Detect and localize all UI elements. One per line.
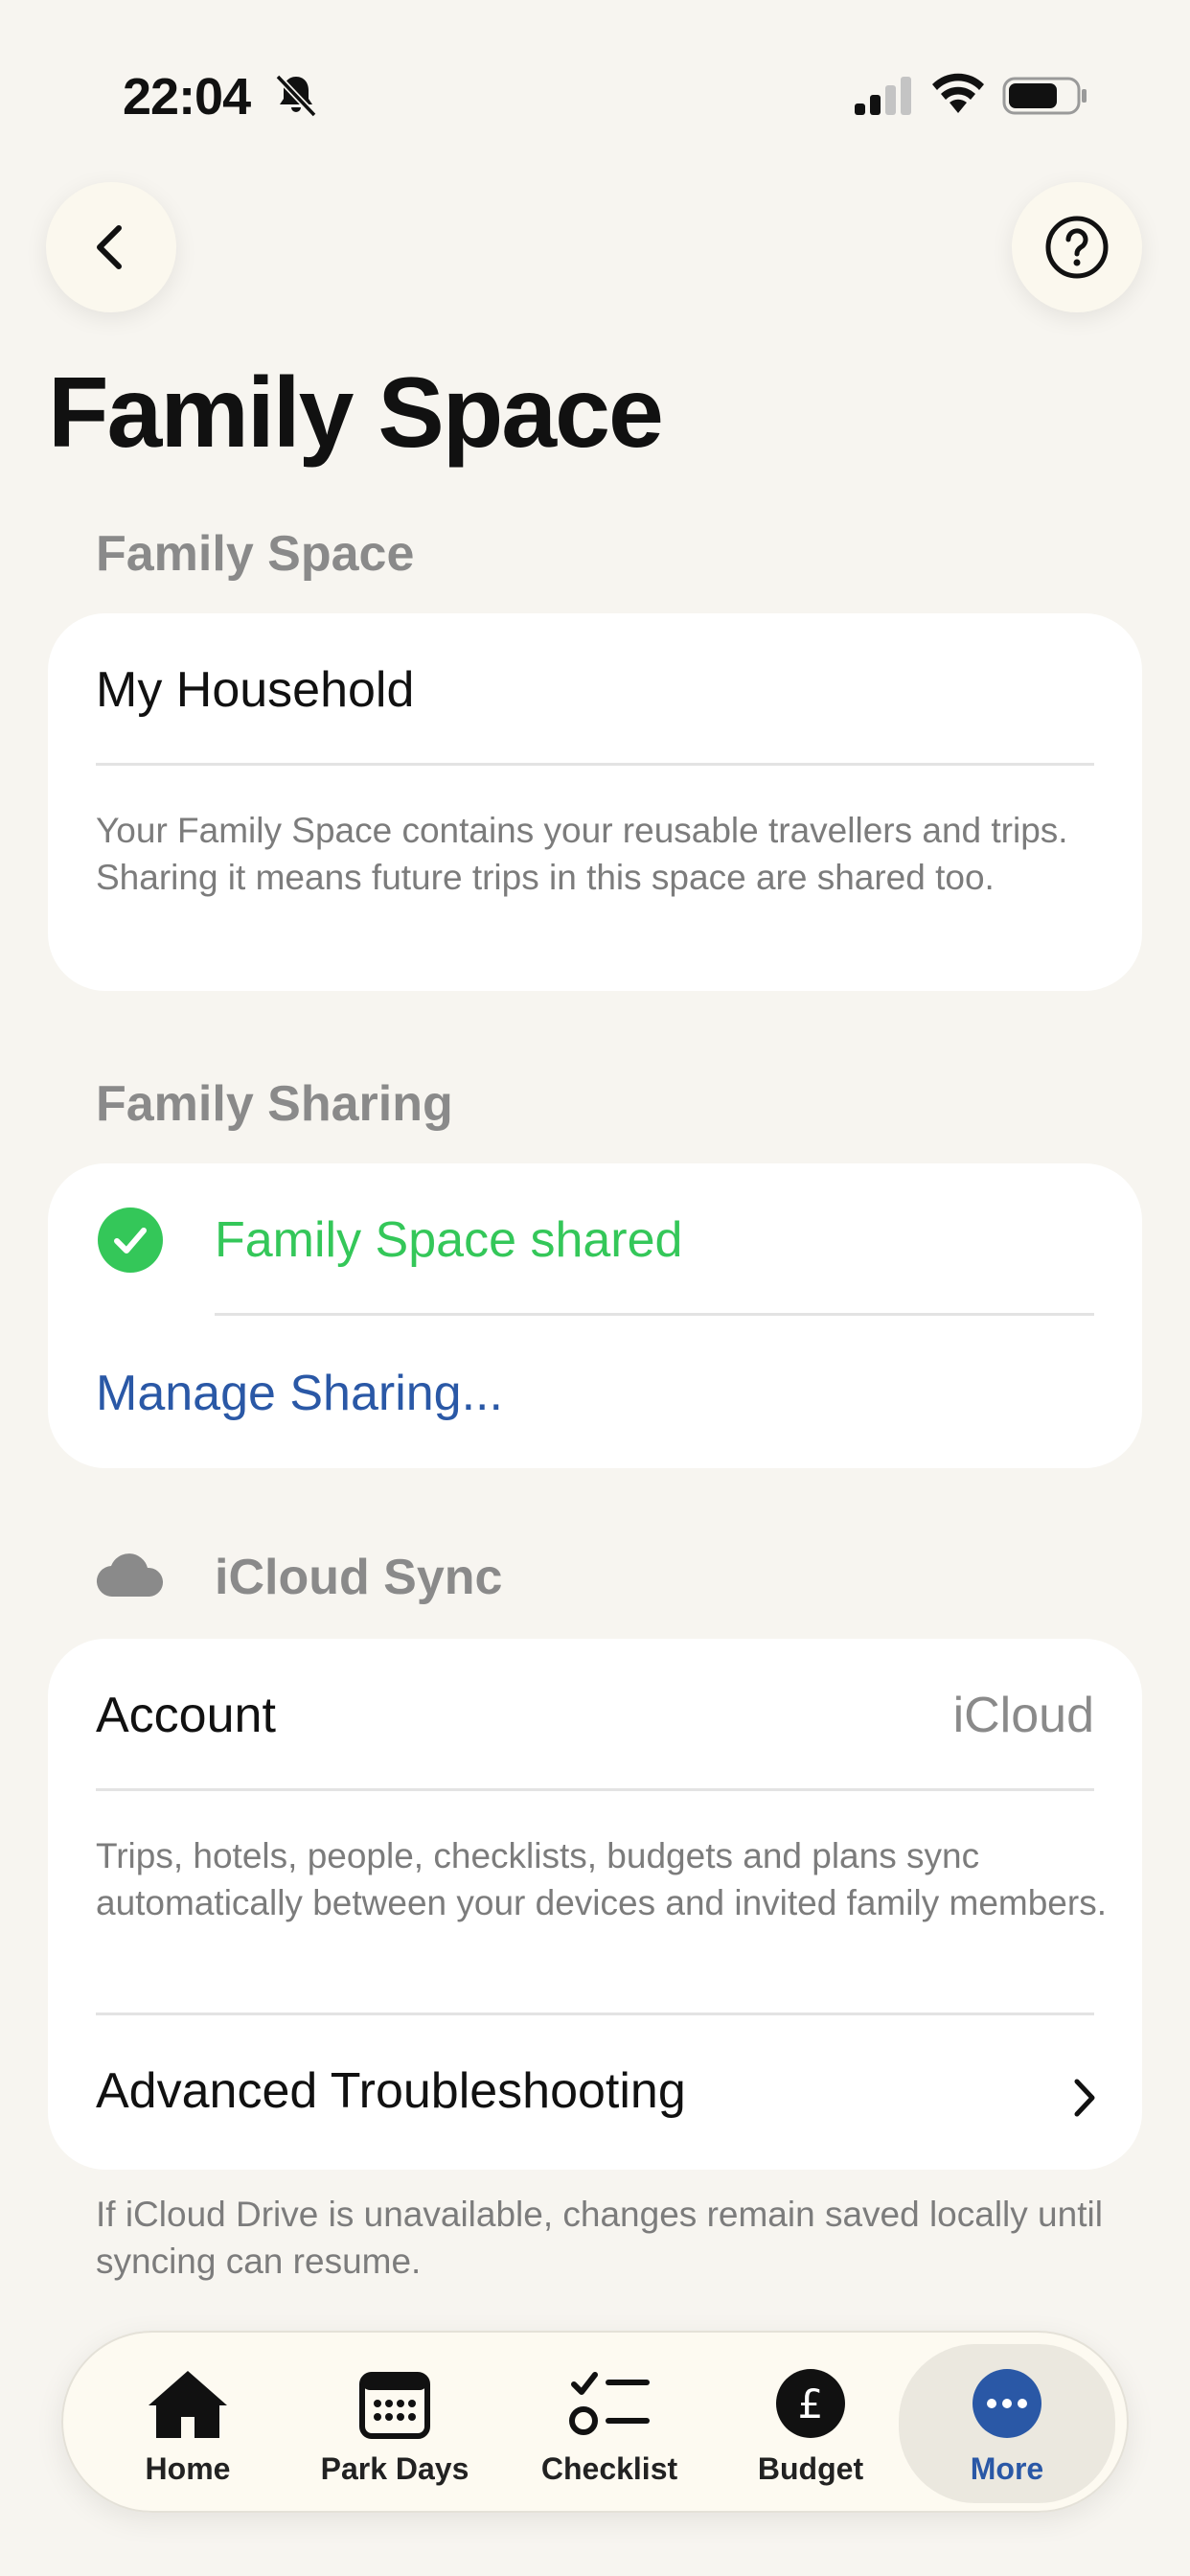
tab-budget[interactable]: £ Budget (744, 2333, 878, 2515)
advanced-troubleshooting-row[interactable]: Advanced Troubleshooting (48, 2016, 1142, 2170)
divider (96, 1788, 1094, 1791)
checklist-icon (569, 2372, 650, 2435)
help-button[interactable] (1012, 182, 1142, 312)
family-space-card: My Household Your Family Space contains … (48, 613, 1142, 991)
divider (96, 2012, 1094, 2015)
pound-icon: £ (776, 2369, 845, 2438)
icloud-footnote: Trips, hotels, people, checklists, budge… (96, 1836, 1107, 1922)
chevron-left-icon (97, 225, 122, 269)
family-space-section-header: Family Space (96, 526, 415, 582)
family-sharing-section-header: Family Sharing (96, 1076, 453, 1132)
icloud-section-header: iCloud Sync (215, 1550, 503, 1605)
svg-text:£: £ (798, 2380, 824, 2427)
cloud-icon (96, 1553, 164, 1598)
bell-slash-icon (275, 74, 317, 118)
icloud-bottom-note: If iCloud Drive is unavailable, changes … (96, 2195, 1103, 2281)
household-name[interactable]: My Household (96, 661, 414, 719)
tab-more[interactable]: More (899, 2344, 1115, 2503)
tab-checklist[interactable]: Checklist (533, 2333, 686, 2515)
icloud-card: Account iCloud Trips, hotels, people, ch… (48, 1639, 1142, 2170)
cellular-signal-icon (855, 77, 911, 115)
sharing-status: Family Space shared (215, 1212, 683, 1268)
family-sharing-card: Family Space shared Manage Sharing... (48, 1163, 1142, 1468)
status-bar: 22:04 (0, 0, 1190, 192)
divider (215, 1313, 1094, 1316)
back-button[interactable] (46, 182, 176, 312)
divider (96, 763, 1094, 766)
calendar-icon (359, 2372, 430, 2439)
question-circle-icon (1045, 216, 1109, 279)
battery-icon (1002, 77, 1087, 115)
page-title: Family Space (48, 357, 664, 469)
account-label: Account (96, 1688, 276, 1743)
family-space-footnote: Your Family Space contains your reusable… (96, 811, 1068, 897)
manage-sharing-button[interactable]: Manage Sharing... (96, 1365, 503, 1422)
status-time: 22:04 (123, 68, 251, 126)
checkmark-circle-icon (98, 1208, 163, 1273)
ellipsis-icon (973, 2369, 1041, 2438)
house-icon (149, 2371, 227, 2438)
advanced-troubleshooting-label: Advanced Troubleshooting (96, 2063, 686, 2119)
wifi-icon (932, 73, 984, 113)
chevron-right-icon (1074, 2079, 1095, 2117)
tab-park-days[interactable]: Park Days (310, 2333, 479, 2515)
tab-home[interactable]: Home (121, 2333, 255, 2515)
tab-bar: Home Park Days Checklist £ Budget More (61, 2331, 1129, 2513)
account-value: iCloud (952, 1688, 1094, 1743)
